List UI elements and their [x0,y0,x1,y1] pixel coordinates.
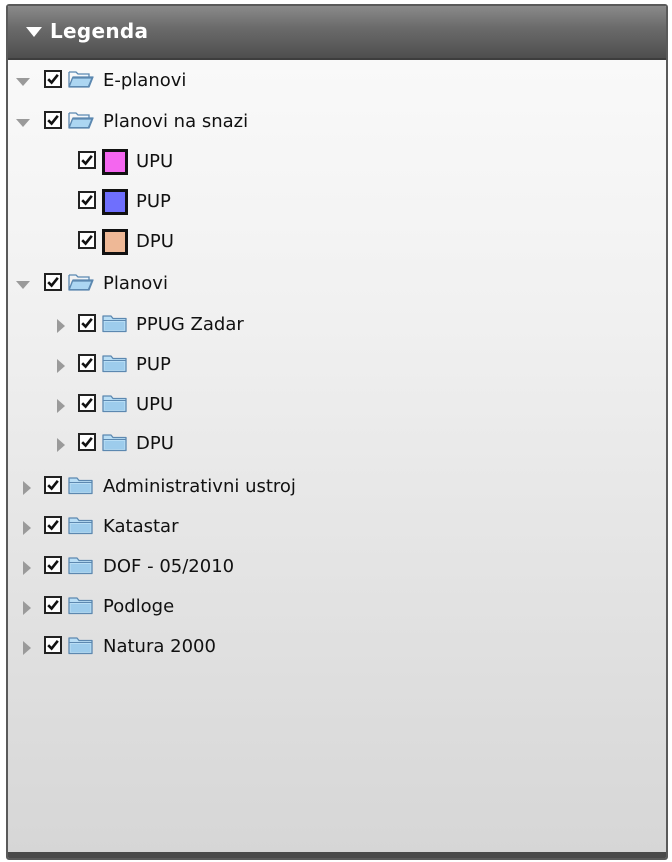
expand-toggle-icon[interactable] [54,399,68,413]
layer-checkbox[interactable] [44,596,62,614]
tree-node-label: UPU [136,394,174,415]
expand-toggle-icon[interactable] [20,561,34,575]
color-swatch-dpu [102,229,128,255]
panel-footer [8,852,666,858]
expand-toggle-icon[interactable] [54,319,68,333]
folder-closed-icon [102,393,128,413]
tree-node-natura-2000[interactable]: Natura 2000 [8,631,666,665]
folder-closed-icon [102,353,128,373]
layer-checkbox[interactable] [78,354,96,372]
expand-toggle-icon[interactable] [54,359,68,373]
layer-checkbox[interactable] [44,476,62,494]
layer-checkbox[interactable] [78,433,96,451]
layer-checkbox[interactable] [78,394,96,412]
tree-node-pup[interactable]: PUP [8,349,666,383]
folder-open-icon [68,272,94,292]
folder-closed-icon [102,313,128,333]
layer-checkbox[interactable] [44,273,62,291]
tree-node-label: Planovi na snazi [103,111,249,132]
tree-node-e-planovi[interactable]: E-planovi [8,65,666,99]
tree-node-planovi[interactable]: Planovi [8,268,666,302]
tree-node-label: E-planovi [103,70,187,91]
legend-panel: Legenda E-planovi Planovi na snazi UPU P… [6,4,668,860]
legend-item-pup[interactable]: PUP [8,186,666,220]
expand-toggle-icon[interactable] [20,641,34,655]
folder-closed-icon [68,475,94,495]
tree-node-label: Planovi [103,273,168,294]
layer-checkbox[interactable] [44,70,62,88]
expand-toggle-icon[interactable] [20,481,34,495]
legend-item-upu[interactable]: UPU [8,146,666,180]
legend-item-label: DPU [136,231,174,252]
color-swatch-pup [102,189,128,215]
layer-checkbox[interactable] [44,516,62,534]
layer-checkbox[interactable] [78,191,96,209]
panel-title: Legenda [50,19,149,43]
tree-node-dpu[interactable]: DPU [8,428,666,462]
expand-toggle-icon[interactable] [20,521,34,535]
expand-toggle-icon[interactable] [16,75,30,89]
tree-node-ppug-zadar[interactable]: PPUG Zadar [8,309,666,343]
folder-closed-icon [68,635,94,655]
tree-node-podloge[interactable]: Podloge [8,591,666,625]
folder-open-icon [68,110,94,130]
layer-checkbox[interactable] [44,556,62,574]
legend-item-dpu[interactable]: DPU [8,226,666,260]
tree-node-upu[interactable]: UPU [8,389,666,423]
legend-item-label: UPU [136,151,174,172]
tree-node-planovi-na-snazi[interactable]: Planovi na snazi [8,106,666,140]
folder-closed-icon [68,555,94,575]
expand-toggle-icon[interactable] [16,278,30,292]
tree-node-label: DPU [136,433,174,454]
layer-checkbox[interactable] [44,636,62,654]
triangle-down-icon[interactable] [26,27,42,37]
tree-node-label: Katastar [103,516,179,537]
color-swatch-upu [102,149,128,175]
tree-node-label: Administrativni ustroj [103,476,296,497]
expand-toggle-icon[interactable] [20,601,34,615]
folder-closed-icon [68,595,94,615]
folder-open-icon [68,69,94,89]
folder-closed-icon [68,515,94,535]
layer-checkbox[interactable] [78,151,96,169]
tree-node-dof[interactable]: DOF - 05/2010 [8,551,666,585]
layer-checkbox[interactable] [44,111,62,129]
tree-node-administrativni-ustroj[interactable]: Administrativni ustroj [8,471,666,505]
layer-checkbox[interactable] [78,314,96,332]
folder-closed-icon [102,432,128,452]
tree-node-label: DOF - 05/2010 [103,556,235,577]
tree-node-label: Podloge [103,596,175,617]
legend-item-label: PUP [136,191,171,212]
expand-toggle-icon[interactable] [54,438,68,452]
expand-toggle-icon[interactable] [16,116,30,130]
tree-node-label: Natura 2000 [103,636,216,657]
tree-node-label: PUP [136,354,171,375]
layer-checkbox[interactable] [78,231,96,249]
tree-node-katastar[interactable]: Katastar [8,511,666,545]
tree-node-label: PPUG Zadar [136,314,244,335]
legend-panel-header[interactable]: Legenda [8,6,666,60]
